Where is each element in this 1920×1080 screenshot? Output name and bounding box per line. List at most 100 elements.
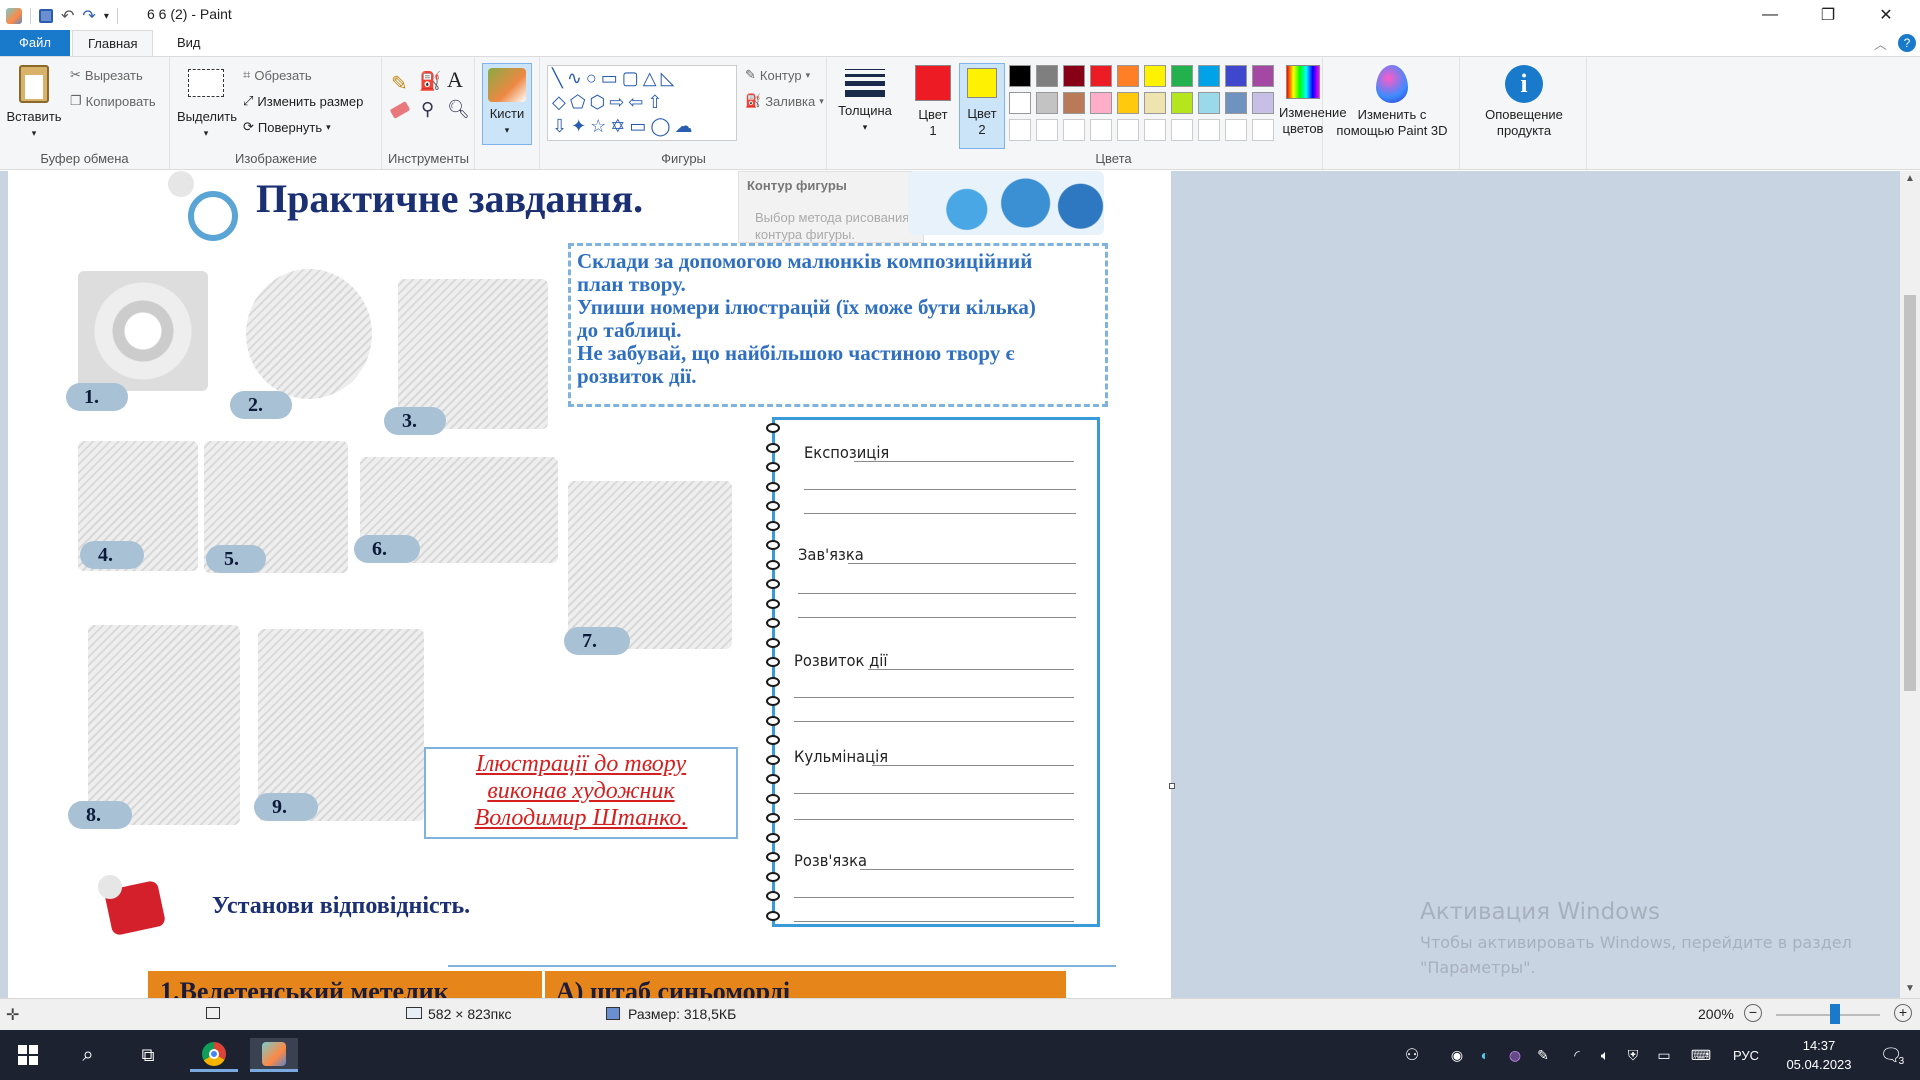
canvas-resize-handle[interactable]: [1169, 783, 1175, 789]
product-alert-button[interactable]: i Оповещение продукта: [1465, 65, 1583, 139]
palette-swatch[interactable]: [1144, 92, 1166, 114]
magnifier-icon[interactable]: 🔍︎: [447, 99, 470, 120]
zoom-slider[interactable]: [1776, 1014, 1880, 1016]
zoom-slider-thumb[interactable]: [1830, 1004, 1840, 1024]
custom-color-slot[interactable]: [1090, 119, 1112, 141]
volume-icon[interactable]: 🔈︎: [1594, 1030, 1616, 1080]
tab-view[interactable]: Вид: [162, 30, 216, 56]
thickness-button[interactable]: Толщина ▾: [834, 67, 896, 135]
palette-swatch[interactable]: [1036, 65, 1058, 87]
palette-swatch[interactable]: [1144, 65, 1166, 87]
custom-color-slot[interactable]: [1171, 119, 1193, 141]
tab-file[interactable]: Файл: [0, 30, 70, 56]
palette-swatch[interactable]: [1009, 92, 1031, 114]
security-shield-icon[interactable]: ⛨: [1622, 1030, 1644, 1080]
palette-swatch[interactable]: [1225, 92, 1247, 114]
plan-climax: Кульмінація: [794, 747, 889, 766]
paste-button[interactable]: Вставить ▾: [6, 65, 62, 141]
custom-color-slot[interactable]: [1009, 119, 1031, 141]
search-icon[interactable]: ⌕: [68, 1038, 108, 1072]
color-picker-icon[interactable]: ⚲: [421, 99, 434, 120]
pencil-icon[interactable]: ✎: [391, 71, 408, 96]
shapes-group: ╲∿○▭▢△◺ ◇⬠⬡⇨⇦⇧ ⇩✦☆✡▭◯☁ ✎ Контур ▾ ⛽ Заливка ▾ …: [541, 57, 827, 169]
discord-icon[interactable]: ◉: [1446, 1030, 1468, 1080]
battery-icon[interactable]: ▭: [1652, 1030, 1676, 1080]
plan-setup: Зав'язка: [798, 545, 864, 564]
palette-swatch[interactable]: [1090, 65, 1112, 87]
palette-swatch[interactable]: [1198, 92, 1220, 114]
viber-icon[interactable]: ◍: [1504, 1030, 1526, 1080]
people-icon[interactable]: ⚇: [1400, 1030, 1424, 1080]
crop-button[interactable]: ⌗ Обрезать: [243, 67, 312, 83]
custom-color-slot[interactable]: [1252, 119, 1274, 141]
color2-button[interactable]: Цвет 2: [959, 63, 1005, 149]
palette-swatch[interactable]: [1090, 92, 1112, 114]
palette-swatch[interactable]: [1171, 92, 1193, 114]
paint-taskbar-icon[interactable]: [250, 1038, 298, 1072]
pen-tray-icon[interactable]: ✎: [1532, 1030, 1554, 1080]
paint3d-group: Изменить с помощью Paint 3D: [1324, 57, 1460, 169]
palette-swatch[interactable]: [1063, 92, 1085, 114]
palette-swatch[interactable]: [1171, 65, 1193, 87]
undo-icon[interactable]: ↶: [61, 6, 74, 26]
palette-swatch[interactable]: [1198, 65, 1220, 87]
fill-bucket-icon[interactable]: ⛽: [419, 71, 441, 92]
task-view-icon[interactable]: ⧉: [128, 1038, 168, 1072]
keyboard-icon[interactable]: ⌨: [1686, 1030, 1716, 1080]
start-button[interactable]: [8, 1038, 48, 1072]
rotate-button[interactable]: ⟳ Повернуть ▾: [243, 119, 331, 135]
copy-button[interactable]: ❐ Копировать: [70, 93, 156, 109]
palette-swatch[interactable]: [1117, 92, 1139, 114]
palette-swatch[interactable]: [1117, 65, 1139, 87]
text-icon[interactable]: A: [447, 67, 463, 93]
image-canvas[interactable]: Практичне завдання. Контур фигуры Выбор …: [8, 171, 1171, 998]
eraser-icon[interactable]: [389, 101, 411, 119]
scroll-down-arrow[interactable]: ▼: [1905, 983, 1915, 994]
select-button[interactable]: Выделить ▾: [177, 69, 237, 141]
customize-toolbar-icon[interactable]: ▾: [104, 11, 109, 22]
paint3d-button[interactable]: Изменить с помощью Paint 3D: [1328, 65, 1456, 139]
palette-swatch[interactable]: [1252, 65, 1274, 87]
tab-home[interactable]: Главная: [72, 30, 154, 56]
custom-color-slot[interactable]: [1225, 119, 1247, 141]
input-language[interactable]: РУС: [1728, 1030, 1764, 1080]
custom-color-slot[interactable]: [1117, 119, 1139, 141]
palette-swatch[interactable]: [1063, 65, 1085, 87]
cut-button[interactable]: ✂ Вырезать: [70, 67, 143, 83]
close-button[interactable]: ✕: [1858, 0, 1914, 30]
custom-color-slot[interactable]: [1063, 119, 1085, 141]
custom-color-slot[interactable]: [1036, 119, 1058, 141]
palette-swatch[interactable]: [1009, 65, 1031, 87]
vertical-scrollbar[interactable]: ▲ ▼: [1900, 171, 1920, 998]
scrollbar-thumb[interactable]: [1904, 295, 1916, 691]
edit-colors-button[interactable]: Изменение цветов: [1279, 65, 1347, 137]
zoom-out-button[interactable]: −: [1744, 1004, 1762, 1022]
palette-swatch[interactable]: [1252, 92, 1274, 114]
scroll-up-arrow[interactable]: ▲: [1905, 173, 1915, 184]
brushes-button[interactable]: Кисти ▾: [482, 63, 532, 145]
resize-button[interactable]: ⤢ Изменить размер: [243, 93, 363, 109]
custom-color-slot[interactable]: [1198, 119, 1220, 141]
clock[interactable]: 14:37 05.04.2023: [1774, 1036, 1864, 1074]
collapse-ribbon-icon[interactable]: ︿: [1874, 34, 1887, 53]
maximize-button[interactable]: ❐: [1800, 0, 1856, 30]
palette-swatch[interactable]: [1036, 92, 1058, 114]
outline-button[interactable]: ✎ Контур ▾: [745, 67, 810, 83]
edge-icon[interactable]: ◐: [1474, 1030, 1496, 1080]
palette-swatch[interactable]: [1225, 65, 1247, 87]
spiral-ring: [766, 481, 780, 492]
fill-button[interactable]: ⛽ Заливка ▾: [745, 93, 824, 109]
custom-color-slot[interactable]: [1144, 119, 1166, 141]
wifi-icon[interactable]: ◜: [1566, 1030, 1588, 1080]
redo-icon[interactable]: ↷: [82, 6, 95, 26]
help-icon[interactable]: ?: [1898, 34, 1916, 52]
zoom-in-button[interactable]: +: [1894, 1004, 1912, 1022]
quick-access-toolbar: ↶ ↷ ▾: [6, 6, 118, 26]
action-center-icon[interactable]: 🗨︎ 3: [1872, 1030, 1912, 1080]
canvas-viewport[interactable]: Практичне завдання. Контур фигуры Выбор …: [0, 171, 1900, 998]
chrome-taskbar-icon[interactable]: [190, 1038, 238, 1072]
shapes-gallery[interactable]: ╲∿○▭▢△◺ ◇⬠⬡⇨⇦⇧ ⇩✦☆✡▭◯☁: [547, 65, 737, 141]
save-icon[interactable]: [39, 9, 53, 23]
minimize-button[interactable]: —: [1742, 0, 1798, 30]
color1-button[interactable]: Цвет 1: [911, 65, 955, 139]
